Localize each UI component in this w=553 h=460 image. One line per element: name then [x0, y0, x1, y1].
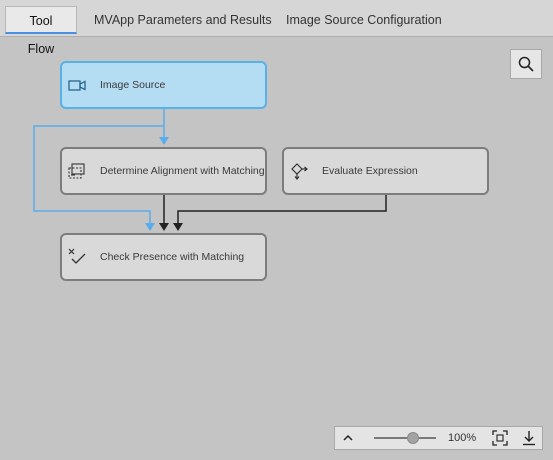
tool-node-evaluate-expression[interactable]: Evaluate Expression [282, 147, 489, 195]
search-icon [518, 56, 534, 72]
tab-tool-flow[interactable]: Tool Flow [5, 6, 77, 56]
search-button[interactable] [510, 49, 542, 79]
tab-image-source-configuration[interactable]: Image Source Configuration [276, 6, 452, 34]
presence-check-icon [68, 248, 86, 264]
zoom-toolbar: 100% [334, 426, 543, 450]
zoom-slider-track [374, 437, 436, 439]
node-label-image-source: Image Source [100, 79, 166, 91]
zoom-percent: 100% [448, 432, 477, 444]
expression-icon [291, 163, 308, 180]
tool-node-check-presence[interactable]: Check Presence with Matching [60, 233, 267, 281]
alignment-icon [68, 163, 85, 179]
tool-node-image-source[interactable]: Image Source [60, 61, 267, 109]
tab-mvapp-parameters-and-results[interactable]: MVApp Parameters and Results [84, 6, 282, 34]
fit-to-screen-icon[interactable] [492, 430, 508, 446]
download-icon[interactable] [521, 430, 537, 446]
chevron-up-icon[interactable] [340, 430, 356, 446]
tab-bar: Tool Flow MVApp Parameters and Results I… [0, 0, 553, 56]
node-label-determine-alignment: Determine Alignment with Matching [100, 165, 265, 177]
zoom-slider[interactable] [374, 431, 436, 445]
zoom-slider-thumb[interactable] [406, 432, 419, 444]
node-label-evaluate-expression: Evaluate Expression [322, 165, 418, 177]
node-label-check-presence: Check Presence with Matching [100, 251, 245, 263]
camera-icon [68, 80, 86, 91]
tool-node-determine-alignment[interactable]: Determine Alignment with Matching [60, 147, 267, 195]
